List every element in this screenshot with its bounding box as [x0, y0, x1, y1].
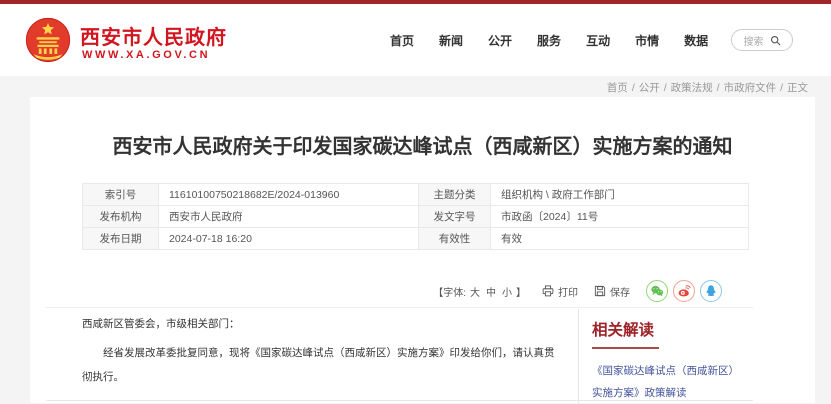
national-emblem-icon [25, 17, 71, 63]
nav-item-city-info[interactable]: 市情 [635, 32, 659, 49]
breadcrumb-city-gov-documents[interactable]: 市政府文件 [724, 82, 777, 94]
main-nav: 首页 新闻 公开 服务 互动 市情 数据 [390, 4, 708, 76]
share-buttons [646, 280, 722, 302]
breadcrumb: 首页/公开/政策法规/市政府文件/正文 [607, 80, 808, 95]
related-reading-panel: 相关解读 《国家碳达峰试点（西咸新区）实施方案》政策解读 [592, 318, 762, 404]
meta-label-issuing-agency: 发布机构 [83, 206, 159, 228]
site-name[interactable]: 西安市人民政府 [80, 21, 227, 50]
document-body: 西咸新区管委会，市级相关部门： 经省发展改革委批复同意，现将《国家碳达峰试点（西… [82, 312, 560, 389]
site-header: 西安市人民政府 WWW.XA.GOV.CN 首页 新闻 公开 服务 互动 市情 … [0, 4, 831, 76]
breadcrumb-home[interactable]: 首页 [607, 82, 628, 94]
font-size-control: 【字体: 大 中 小 】 [433, 284, 526, 299]
breadcrumb-current: 正文 [787, 82, 808, 94]
meta-label-validity: 有效性 [419, 228, 491, 250]
print-label: 打印 [558, 284, 578, 299]
breadcrumb-separator: / [632, 82, 635, 94]
nav-item-home[interactable]: 首页 [390, 32, 414, 49]
table-row: 索引号 11610100750218682E/2024-013960 主题分类 … [83, 184, 749, 206]
related-reading-link[interactable]: 《国家碳达峰试点（西咸新区）实施方案》政策解读 [592, 360, 744, 404]
meta-value-topic-category: 组织机构 \ 政府工作部门 [491, 184, 749, 206]
qq-share-button[interactable] [700, 280, 722, 302]
meta-value-document-number: 市政函〔2024〕11号 [491, 206, 749, 228]
meta-value-validity: 有效 [491, 228, 749, 250]
qq-icon [704, 284, 718, 298]
search-placeholder: 搜索 [744, 33, 764, 48]
weibo-share-button[interactable] [673, 280, 695, 302]
wechat-icon [650, 284, 664, 298]
paragraph: 经省发展改革委批复同意，现将《国家碳达峰试点（西咸新区）实施方案》印发给你们，请… [82, 341, 560, 389]
font-size-small-button[interactable]: 小 [502, 284, 512, 299]
document-meta-table: 索引号 11610100750218682E/2024-013960 主题分类 … [82, 183, 749, 250]
nav-item-disclosure[interactable]: 公开 [488, 32, 512, 49]
font-size-medium-button[interactable]: 中 [486, 284, 496, 299]
meta-value-index-number: 11610100750218682E/2024-013960 [159, 184, 419, 206]
related-reading-underline [592, 347, 659, 349]
breadcrumb-disclosure[interactable]: 公开 [639, 82, 660, 94]
nav-item-interaction[interactable]: 互动 [586, 32, 610, 49]
search-icon[interactable] [770, 35, 781, 46]
breadcrumb-separator: / [664, 82, 667, 94]
meta-label-publish-date: 发布日期 [83, 228, 159, 250]
table-row: 发布日期 2024-07-18 16:20 有效性 有效 [83, 228, 749, 250]
save-button[interactable]: 保存 [594, 284, 630, 299]
sidebar-divider [578, 309, 579, 403]
breadcrumb-separator: / [717, 82, 720, 94]
meta-value-publish-date: 2024-07-18 16:20 [159, 228, 419, 250]
search-box[interactable]: 搜索 [731, 29, 793, 51]
breadcrumb-policies[interactable]: 政策法规 [671, 82, 713, 94]
salutation: 西咸新区管委会，市级相关部门： [82, 312, 560, 336]
font-size-label: 【字体: [433, 284, 466, 299]
meta-label-index-number: 索引号 [83, 184, 159, 206]
breadcrumb-separator: / [780, 82, 783, 94]
article-card: 西安市人民政府关于印发国家碳达峰试点（西咸新区）实施方案的通知 索引号 1161… [30, 97, 815, 403]
toolbar-divider [46, 307, 753, 308]
related-reading-title: 相关解读 [592, 318, 762, 340]
table-row: 发布机构 西安市人民政府 发文字号 市政函〔2024〕11号 [83, 206, 749, 228]
page-title: 西安市人民政府关于印发国家碳达峰试点（西咸新区）实施方案的通知 [30, 130, 815, 159]
site-logo[interactable] [25, 17, 71, 63]
nav-item-services[interactable]: 服务 [537, 32, 561, 49]
save-label: 保存 [610, 284, 630, 299]
meta-label-topic-category: 主题分类 [419, 184, 491, 206]
font-size-large-button[interactable]: 大 [470, 284, 480, 299]
print-button[interactable]: 打印 [542, 284, 578, 299]
meta-label-document-number: 发文字号 [419, 206, 491, 228]
save-icon [594, 285, 606, 297]
article-toolbar: 【字体: 大 中 小 】 打印 保存 [433, 280, 722, 302]
meta-value-issuing-agency: 西安市人民政府 [159, 206, 419, 228]
weibo-icon [677, 284, 691, 298]
wechat-share-button[interactable] [646, 280, 668, 302]
nav-item-data[interactable]: 数据 [684, 32, 708, 49]
site-url: WWW.XA.GOV.CN [82, 49, 210, 61]
nav-item-news[interactable]: 新闻 [439, 32, 463, 49]
printer-icon [542, 285, 554, 297]
content-bottom-divider [46, 400, 753, 401]
font-size-label-close: 】 [516, 284, 526, 299]
